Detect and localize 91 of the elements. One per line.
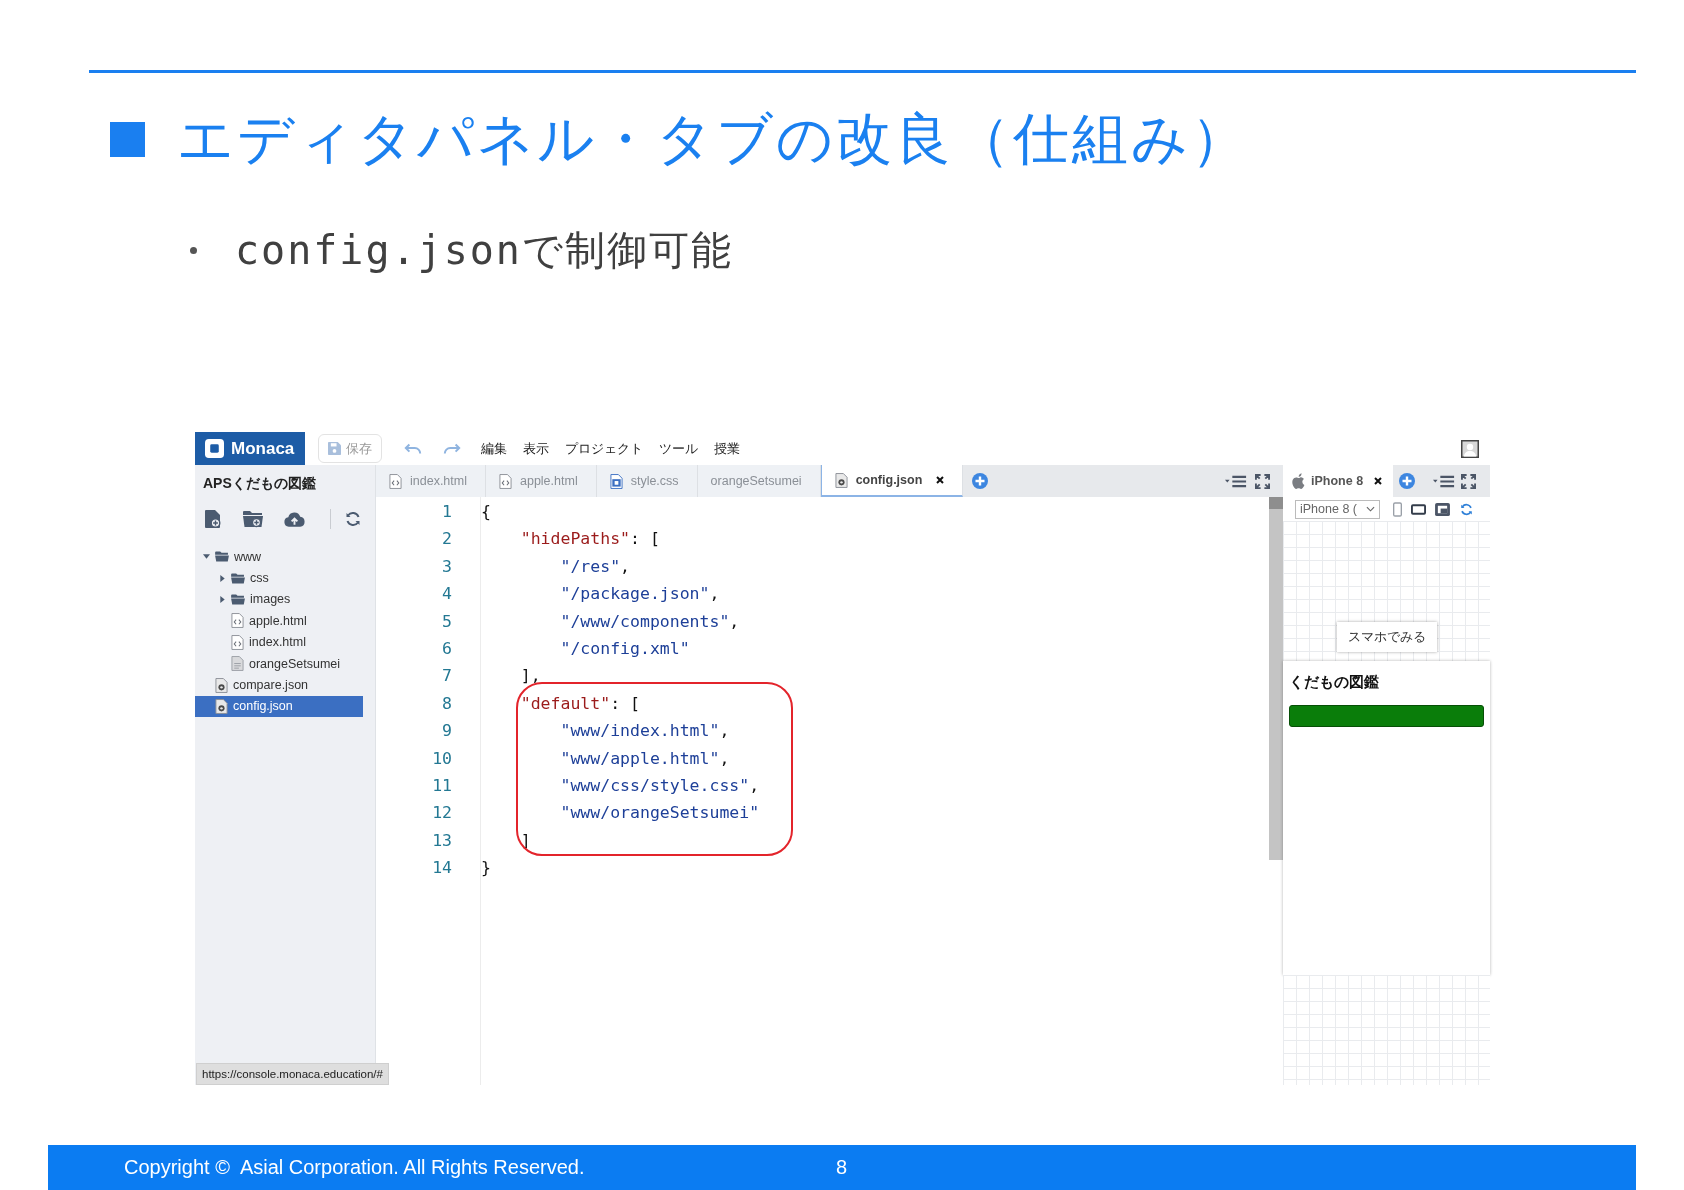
line-number: 10 [431,747,453,770]
tree-item[interactable]: images [195,588,363,611]
code-line: } [481,858,491,878]
app-title: くだもの図鑑 [1289,672,1380,692]
tree-item[interactable]: compare.json [195,674,363,696]
line-number: 4 [441,583,453,606]
tree-item[interactable]: orangeSetsumei [195,652,363,675]
bullet-dot-icon [190,246,197,254]
list-menu-icon[interactable] [1225,474,1247,488]
square-bullet-icon [110,121,145,157]
code-line: "www/orangeSetsumei" [559,803,760,823]
menu-item[interactable]: プロジェクト [565,439,643,458]
gear-file-icon [215,698,228,714]
tree-item[interactable]: index.html [195,631,363,653]
refresh-icon[interactable] [1459,502,1474,516]
apple-icon [1292,473,1305,489]
code-line: ] [519,830,531,850]
code-file-icon [231,613,244,629]
caret-icon[interactable] [203,553,210,561]
line-number: 5 [441,610,453,633]
caret-icon[interactable] [219,574,226,582]
page-number: 8 [836,1156,848,1179]
add-icon[interactable] [972,473,989,489]
tree-item[interactable]: apple.html [195,610,363,632]
line-number: 13 [431,829,453,852]
project-title: APSくだもの図鑑 [202,474,317,493]
menu-item[interactable]: 表示 [523,439,549,458]
line-number: 6 [441,637,453,660]
view-on-phone-button[interactable]: スマホでみる [1336,622,1437,652]
code-line: "www/index.html", [559,721,730,741]
close-icon[interactable] [1374,477,1383,485]
line-number: 11 [431,774,453,797]
tree-item[interactable]: www [195,546,363,568]
line-number: 14 [431,857,453,880]
folder-icon [231,572,245,584]
cloud-upload-icon[interactable] [284,511,305,527]
fullscreen-icon[interactable] [1461,473,1476,489]
scrollbar[interactable] [1269,497,1283,860]
line-number: 3 [441,555,453,578]
new-file-icon[interactable] [204,509,222,529]
code-line: ], [519,666,541,686]
phone-icon[interactable] [1393,501,1402,517]
chevron-icon [1366,506,1375,512]
code-file-icon [499,473,512,489]
gear-file-icon [215,677,228,693]
landscape-icon[interactable] [1411,502,1426,516]
logo-icon [205,439,224,458]
code-line: "www/css/style.css", [559,775,760,795]
file-icon [231,656,244,672]
css-file-icon [609,473,623,489]
line-number: 1 [441,501,453,523]
folder-icon [215,551,229,563]
line-number: 7 [441,665,453,688]
folder-icon [231,593,245,605]
avatar-icon[interactable] [1461,439,1479,458]
copyright-text: Copyright © Asial Corporation. All Rights Reserved. [124,1156,585,1179]
editor-tab[interactable]: config.json [820,465,964,497]
fullscreen-icon[interactable] [1255,473,1270,489]
code-line: "/config.xml" [559,638,690,658]
line-number: 12 [431,802,453,825]
line-number: 2 [441,528,453,551]
tree-item[interactable]: css [195,567,363,589]
slide-title: エディタパネル・タブの改良（仕組み） [177,107,1250,171]
list-menu-icon[interactable] [1433,474,1455,488]
code-line: "hidePaths": [ [519,529,660,549]
line-number: 9 [441,720,453,743]
bullet-text: config.jsonで制御可能 [235,226,733,275]
menu-item[interactable]: 授業 [714,439,740,458]
menu-item[interactable]: ツール [659,439,698,458]
code-line: "/package.json", [559,584,720,604]
tree-item[interactable]: config.json [195,695,363,718]
code-line: "default": [ [519,693,640,713]
add-icon[interactable] [1399,473,1415,489]
gear-file-icon [834,472,848,488]
line-number: 8 [441,692,453,715]
code-line: "/res", [559,556,630,576]
close-icon[interactable] [936,476,945,484]
code-line: { [481,502,491,521]
code-file-icon [231,634,244,650]
logo-button[interactable]: Monaca [195,432,305,465]
image-icon[interactable] [1435,502,1450,516]
new-folder-icon[interactable] [243,510,263,528]
caret-icon[interactable] [219,595,226,603]
device-select[interactable]: iPhone 8 ( [1295,499,1380,519]
code-file-icon [389,473,402,489]
refresh-icon[interactable] [345,511,361,527]
status-url: https://console.monaca.education/# [196,1063,389,1085]
code-line: "www/apple.html", [559,748,730,768]
code-line: "/www/components", [559,611,740,631]
menu-item[interactable]: 編集 [481,439,507,458]
device-tab[interactable]: iPhone 8 [1283,465,1393,497]
